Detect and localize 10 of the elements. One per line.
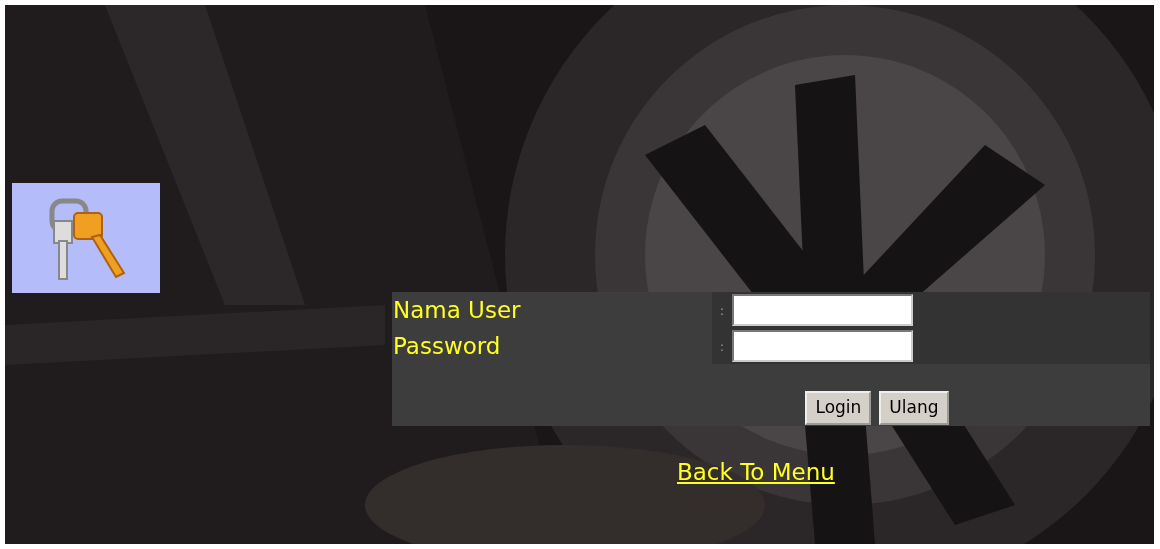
- keys-icon: [12, 183, 160, 293]
- colon-separator: :: [719, 303, 725, 317]
- form-button[interactable]: Login: [805, 391, 872, 425]
- back-to-menu-link[interactable]: Back To Menu: [677, 454, 835, 489]
- form-button[interactable]: Ulang: [879, 391, 949, 425]
- input-field[interactable]: [732, 330, 913, 362]
- field-label: Nama User: [392, 296, 521, 325]
- input-field[interactable]: [732, 294, 913, 326]
- field-label: Password: [392, 332, 501, 361]
- colon-separator: :: [719, 339, 725, 353]
